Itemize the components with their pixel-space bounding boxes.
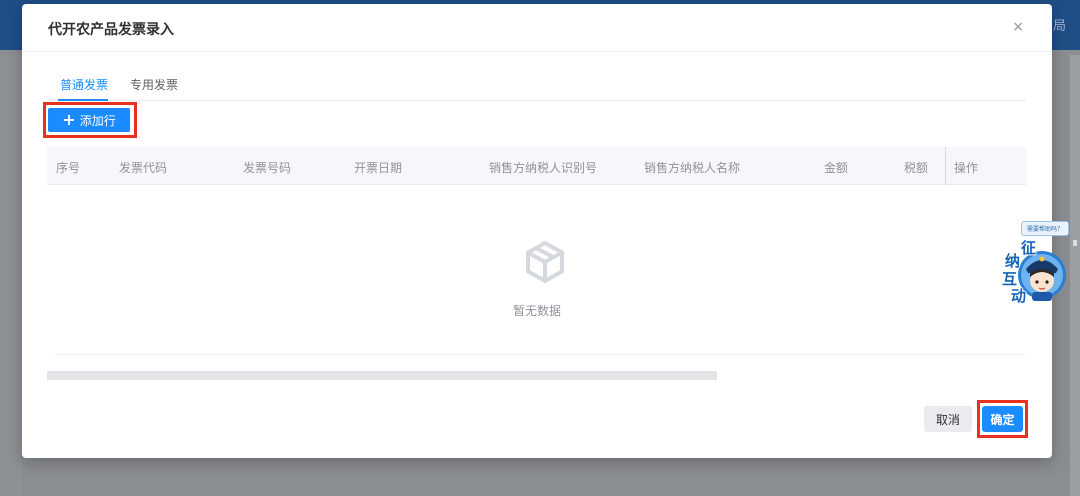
column-header-tax: 税额: [904, 161, 929, 175]
background-left-panel: [0, 55, 22, 496]
invoice-type-tabs: 普通发票 专用发票: [47, 66, 1026, 101]
column-header-seller-tax-id: 销售方纳税人识别号: [489, 161, 598, 175]
assistant-mascot[interactable]: 征 纳 互 动: [998, 237, 1070, 305]
dialog-header-divider: [22, 51, 1052, 52]
plus-icon: +: [62, 110, 76, 129]
column-header-actions: 操作: [954, 161, 979, 175]
add-row-label: 添加行: [79, 113, 116, 128]
table-bottom-border: [55, 354, 1026, 355]
table-header: 序号 发票代码 发票号码 开票日期 销售方纳税人识别号 销售方纳税人名称 金额 …: [47, 147, 1026, 185]
confirm-highlight: 确定: [977, 400, 1028, 438]
add-row-button[interactable]: + 添加行: [48, 108, 130, 132]
column-header-invoice-code: 发票代码: [119, 161, 168, 175]
empty-box-icon: [526, 241, 564, 283]
column-header-issue-date: 开票日期: [354, 161, 403, 175]
tab-general-invoice[interactable]: 普通发票: [60, 76, 108, 93]
fixed-column-divider: [945, 147, 946, 185]
tab-special-invoice[interactable]: 专用发票: [130, 76, 178, 93]
cancel-button[interactable]: 取消: [924, 406, 972, 432]
dialog-title: 代开农产品发票录入: [48, 22, 174, 38]
column-header-invoice-no: 发票号码: [243, 161, 292, 175]
close-icon[interactable]: ×: [1012, 19, 1024, 35]
help-bubble[interactable]: 需要帮助吗？: [1021, 221, 1069, 236]
background-scrollbar-thumb[interactable]: [1073, 240, 1077, 246]
table-horizontal-scrollbar[interactable]: [47, 371, 717, 380]
column-header-amount: 金额: [824, 161, 849, 175]
empty-state-text: 暂无数据: [512, 304, 561, 318]
column-header-index: 序号: [56, 161, 81, 175]
mascot-char-4: 动: [1011, 287, 1027, 305]
add-row-highlight: + 添加行: [43, 102, 137, 138]
invoice-entry-dialog: 代开农产品发票录入 × 普通发票 专用发票 + 添加行 序号 发票代码 发票号码…: [22, 4, 1052, 458]
active-tab-indicator: [58, 99, 108, 101]
background-scrollbar[interactable]: [1070, 55, 1080, 496]
background-header-text: 局: [1052, 19, 1066, 34]
mascot-char-1: 征: [1021, 239, 1037, 257]
confirm-button[interactable]: 确定: [982, 406, 1023, 432]
column-header-seller-name: 销售方纳税人名称: [644, 161, 741, 175]
